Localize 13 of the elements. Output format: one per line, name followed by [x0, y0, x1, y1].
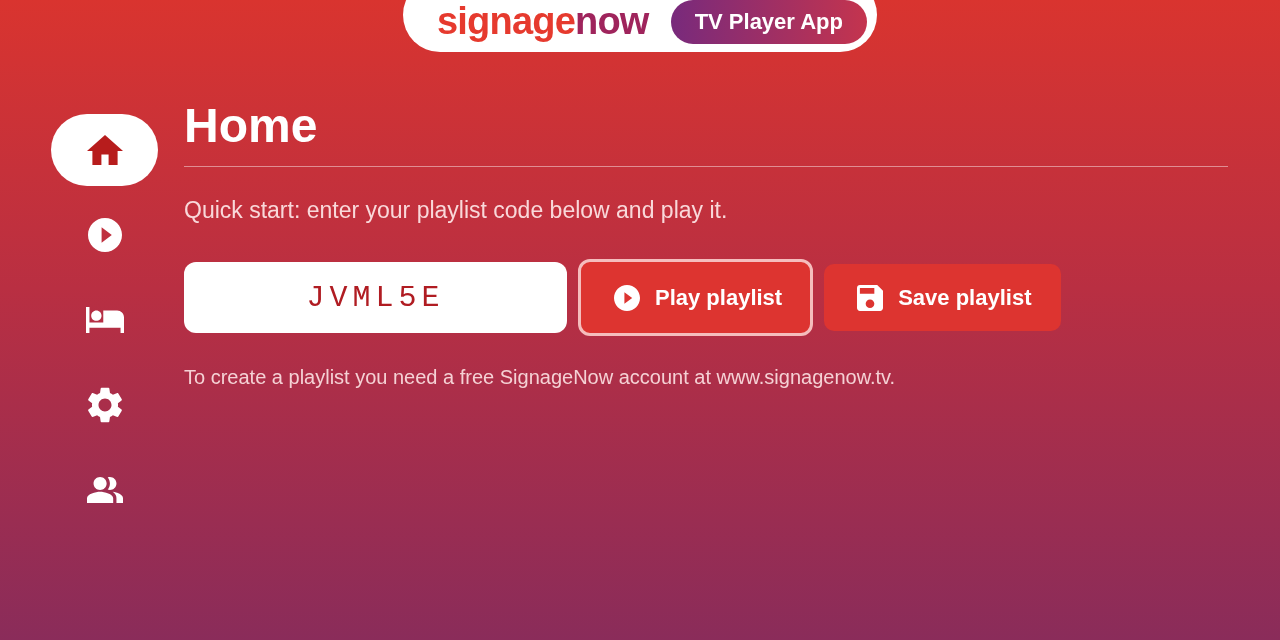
home-icon: [86, 135, 123, 165]
intro-text: Quick start: enter your playlist code below and play it.: [184, 197, 729, 223]
gear-icon: [87, 387, 122, 423]
play-icon: [87, 218, 122, 252]
play-playlist-button[interactable]: Play playlist: [578, 259, 814, 336]
page-title: Home: [184, 98, 319, 154]
bed-icon: [85, 307, 124, 333]
app-badge: TV Player App: [670, 0, 867, 44]
save-playlist-button[interactable]: Save playlist: [824, 264, 1061, 331]
playlist-code-field[interactable]: JVML5E: [184, 262, 567, 333]
people-icon: [86, 477, 123, 503]
account-note: To create a playlist you need a free SignageNow account at www.signagenow.tv.: [184, 365, 897, 389]
logo: signagenow: [437, 0, 649, 42]
